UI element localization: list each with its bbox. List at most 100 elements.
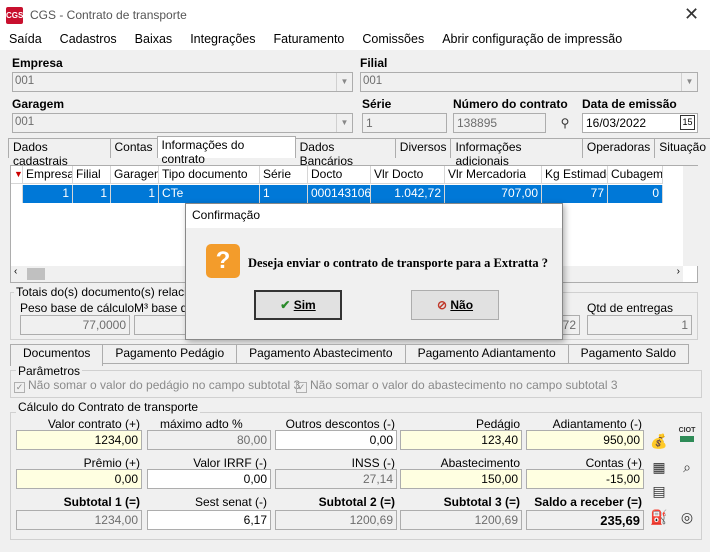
inss-label: INSS (-) bbox=[351, 456, 395, 470]
tab-operadoras[interactable]: Operadoras bbox=[581, 138, 656, 158]
peso-label: Peso base de cálculo bbox=[20, 301, 135, 315]
dialog-message: Deseja enviar o contrato de transporte p… bbox=[248, 256, 549, 270]
col-kg-estimado[interactable]: Kg Estimado bbox=[542, 166, 608, 184]
irrf-field[interactable]: 0,00 bbox=[147, 469, 271, 489]
documents-icon[interactable]: ▤ bbox=[650, 482, 668, 500]
garagem-combo[interactable]: 001 ▼ bbox=[12, 113, 353, 133]
binoculars-icon[interactable]: ⚲ bbox=[556, 114, 574, 132]
tab-informacoes-adicionais[interactable]: Informações adicionais bbox=[450, 138, 583, 168]
window-title: CGS - Contrato de transporte bbox=[30, 8, 187, 22]
abastecimento-field[interactable]: 150,00 bbox=[400, 469, 522, 489]
pedagio-field[interactable]: 123,40 bbox=[400, 430, 522, 450]
col-empresa[interactable]: Empresa bbox=[23, 166, 73, 184]
col-vlr-mercadoria[interactable]: Vlr Mercadoria bbox=[445, 166, 542, 184]
empresa-combo[interactable]: 001 ▼ bbox=[12, 72, 353, 92]
option-pedagio[interactable]: ✓ Não somar o valor do pedágio no campo s… bbox=[14, 378, 300, 393]
outros-desc-field[interactable]: 0,00 bbox=[275, 430, 397, 450]
tab-diversos[interactable]: Diversos bbox=[394, 138, 452, 158]
col-garagem[interactable]: Garagem bbox=[111, 166, 159, 184]
calculator-icon[interactable]: ▦ bbox=[650, 458, 668, 476]
saldo-label: Saldo a receber (=) bbox=[534, 495, 642, 509]
garagem-label: Garagem bbox=[12, 97, 65, 111]
tab-dados-bancarios[interactable]: Dados Bancários bbox=[294, 138, 396, 168]
sest-field[interactable]: 6,17 bbox=[147, 510, 271, 530]
subtotal1-label: Subtotal 1 (=) bbox=[63, 495, 140, 509]
subtotal3-field[interactable]: 1200,69 bbox=[400, 510, 522, 530]
payment-tabs: Documentos Pagamento Pedágio Pagamento A… bbox=[10, 344, 690, 366]
tab-situacao[interactable]: Situação bbox=[654, 138, 710, 158]
menu-baixas[interactable]: Baixas bbox=[126, 30, 182, 48]
valor-contrato-field[interactable]: 1234,00 bbox=[16, 430, 142, 450]
col-tipo-documento[interactable]: Tipo documento bbox=[159, 166, 260, 184]
ciot-icon[interactable]: CIOT bbox=[678, 426, 696, 444]
tab-pagamento-saldo[interactable]: Pagamento Saldo bbox=[567, 344, 690, 364]
col-vlr-docto[interactable]: Vlr Docto bbox=[371, 166, 445, 184]
calendar-icon[interactable]: 15 bbox=[680, 115, 695, 130]
premio-field[interactable]: 0,00 bbox=[16, 469, 142, 489]
filial-label: Filial bbox=[360, 56, 388, 70]
menu-abrir-config[interactable]: Abrir configuração de impressão bbox=[433, 30, 631, 48]
inss-field[interactable]: 27,14 bbox=[275, 469, 397, 489]
tire-icon[interactable]: ◎ bbox=[678, 508, 696, 526]
col-serie[interactable]: Série bbox=[260, 166, 308, 184]
adiantamento-label: Adiantamento (-) bbox=[552, 417, 642, 431]
col-filial[interactable]: Filial bbox=[73, 166, 111, 184]
no-button[interactable]: ⊘ Não bbox=[411, 290, 499, 320]
grid-header: ▼ Empresa Filial Garagem Tipo documento … bbox=[11, 166, 663, 184]
abastecimento-label: Abastecimento bbox=[440, 456, 520, 470]
numero-field[interactable]: 138895 bbox=[453, 113, 546, 133]
menu-integracoes[interactable]: Integrações bbox=[181, 30, 264, 48]
adiantamento-field[interactable]: 950,00 bbox=[526, 430, 644, 450]
tab-contas[interactable]: Contas bbox=[109, 138, 158, 158]
qtd-field[interactable]: 1 bbox=[587, 315, 692, 335]
m3-label: M³ base d bbox=[134, 301, 188, 315]
vertical-scrollbar[interactable] bbox=[683, 166, 698, 266]
app-logo: CGS bbox=[6, 7, 23, 24]
subtotal2-label: Subtotal 2 (=) bbox=[318, 495, 395, 509]
tab-pagamento-pedagio[interactable]: Pagamento Pedágio bbox=[102, 344, 238, 364]
qtd-label: Qtd de entregas bbox=[587, 301, 674, 315]
col-cubagem[interactable]: Cubagem bbox=[608, 166, 663, 184]
search-icon[interactable]: ⌕ bbox=[678, 458, 696, 476]
money-icon[interactable]: 💰 bbox=[650, 432, 668, 450]
serie-label: Série bbox=[362, 97, 392, 111]
serie-field[interactable]: 1 bbox=[362, 113, 447, 133]
tab-documentos[interactable]: Documentos bbox=[10, 344, 104, 366]
menu-cadastros[interactable]: Cadastros bbox=[51, 30, 126, 48]
subtotal3-label: Subtotal 3 (=) bbox=[443, 495, 520, 509]
tab-informacoes-contrato[interactable]: Informações do contrato bbox=[156, 136, 296, 166]
tab-pagamento-adiantamento[interactable]: Pagamento Adiantamento bbox=[404, 344, 569, 364]
menu-comissoes[interactable]: Comissões bbox=[353, 30, 433, 48]
tab-pagamento-abastecimento[interactable]: Pagamento Abastecimento bbox=[236, 344, 406, 364]
subtotal1-field[interactable]: 1234,00 bbox=[16, 510, 142, 530]
max-adto-field[interactable]: 80,00 bbox=[147, 430, 271, 450]
fuel-pump-icon[interactable]: ⛽ bbox=[650, 508, 668, 526]
max-adto-label: máximo adto % bbox=[160, 417, 243, 431]
contas-field[interactable]: -15,00 bbox=[526, 469, 644, 489]
yes-button[interactable]: ✔ Sim bbox=[254, 290, 342, 320]
chevron-down-icon: ▼ bbox=[336, 73, 352, 91]
peso-field[interactable]: 77,0000 bbox=[20, 315, 130, 335]
contas-label: Contas (+) bbox=[585, 456, 642, 470]
m3-field[interactable] bbox=[134, 315, 189, 335]
tab-dados-cadastrais[interactable]: Dados cadastrais bbox=[8, 138, 111, 168]
chevron-down-icon: ▼ bbox=[681, 73, 697, 91]
check-icon: ✔ bbox=[280, 298, 291, 312]
checkbox-checked-icon: ✓ bbox=[14, 382, 25, 393]
close-icon[interactable]: ✕ bbox=[684, 4, 699, 25]
valor-contrato-label: Valor contrato (+) bbox=[47, 417, 140, 431]
checkbox-checked-icon: ✓ bbox=[296, 382, 307, 393]
menu-bar: Saída Cadastros Baixas Integrações Fatur… bbox=[0, 30, 631, 48]
table-row[interactable]: 1 1 1 CTe 1 000143106 1.042,72 707,00 77… bbox=[11, 185, 663, 203]
menu-saida[interactable]: Saída bbox=[0, 30, 51, 48]
saldo-field[interactable]: 235,69 bbox=[526, 510, 644, 530]
empresa-label: Empresa bbox=[12, 56, 63, 70]
parametros-title: Parâmetros bbox=[16, 364, 83, 378]
filial-combo[interactable]: 001 ▼ bbox=[360, 72, 698, 92]
numero-label: Número do contrato bbox=[453, 97, 568, 111]
chevron-down-icon: ▼ bbox=[336, 114, 352, 132]
option-abastecimento[interactable]: ✓ Não somar o valor do abastecimento no c… bbox=[296, 378, 618, 393]
menu-faturamento[interactable]: Faturamento bbox=[265, 30, 354, 48]
subtotal2-field[interactable]: 1200,69 bbox=[275, 510, 397, 530]
col-docto[interactable]: Docto bbox=[308, 166, 371, 184]
